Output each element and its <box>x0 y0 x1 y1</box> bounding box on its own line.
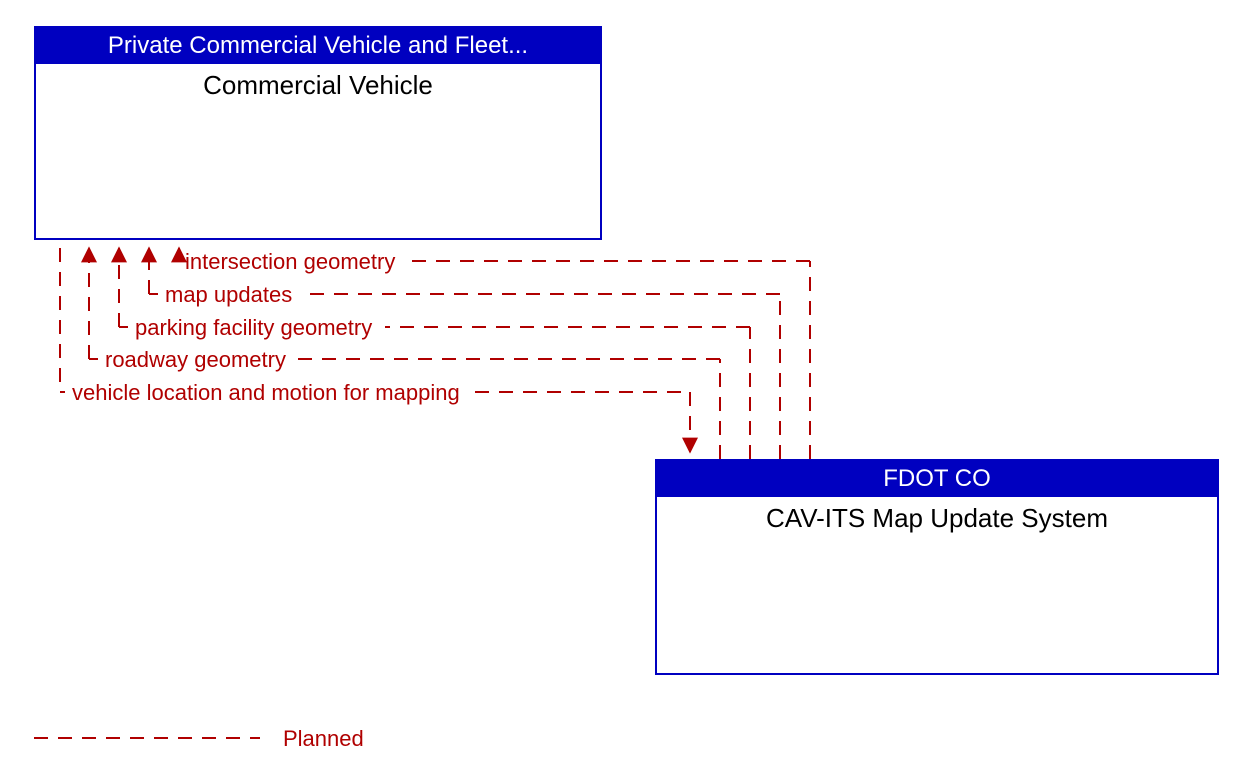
entity-header-bottom: FDOT CO <box>657 461 1217 497</box>
flow-label-intersection-geometry: intersection geometry <box>185 249 395 275</box>
flow-label-roadway-geometry: roadway geometry <box>105 347 286 373</box>
entity-title-bottom: CAV-ITS Map Update System <box>657 497 1217 534</box>
entity-commercial-vehicle: Private Commercial Vehicle and Fleet... … <box>34 26 602 240</box>
entity-title-top: Commercial Vehicle <box>36 64 600 101</box>
flow-label-parking-facility-geometry: parking facility geometry <box>135 315 372 341</box>
entity-header-top: Private Commercial Vehicle and Fleet... <box>36 28 600 64</box>
entity-cav-its-map-update-system: FDOT CO CAV-ITS Map Update System <box>655 459 1219 675</box>
legend-planned-label: Planned <box>283 726 364 752</box>
flow-label-vehicle-location-motion: vehicle location and motion for mapping <box>72 380 460 406</box>
flow-label-map-updates: map updates <box>165 282 292 308</box>
